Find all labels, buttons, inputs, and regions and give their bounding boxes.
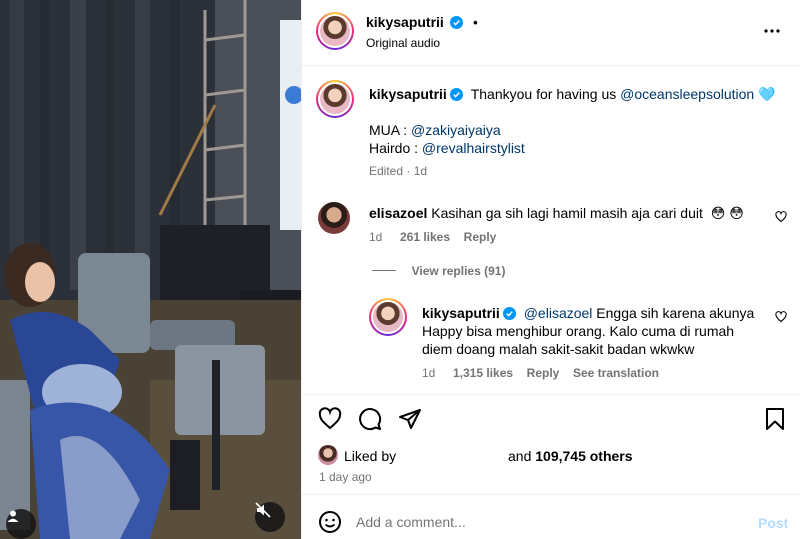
verified-badge-icon bbox=[450, 16, 464, 29]
liked-by-count-row: and 109,745 others bbox=[508, 447, 633, 465]
see-translation-link[interactable]: See translation bbox=[573, 366, 659, 380]
author-avatar[interactable] bbox=[316, 12, 354, 50]
reply-text-1: Engga sih karena akunya bbox=[592, 305, 755, 321]
reply-age: 1d bbox=[422, 366, 436, 380]
save-bookmark-icon[interactable] bbox=[764, 407, 786, 431]
comment-like-heart-icon[interactable] bbox=[775, 211, 787, 223]
verified-badge-icon bbox=[449, 88, 463, 101]
reply-like-heart-icon[interactable] bbox=[775, 311, 787, 323]
reply-avatar[interactable] bbox=[369, 298, 407, 336]
reply-line-1: kikysaputrii @elisazoel Engga sih karena… bbox=[422, 304, 772, 322]
mute-button[interactable] bbox=[255, 502, 285, 532]
follow-dot: • bbox=[473, 15, 478, 30]
host-mention-link[interactable]: @oceansleepsolution bbox=[620, 86, 754, 102]
edited-label: Edited bbox=[369, 164, 404, 178]
hairdo-label: Hairdo : bbox=[369, 140, 422, 156]
meta-separator: · bbox=[406, 164, 411, 178]
more-horizontal-icon bbox=[764, 29, 780, 33]
caption-line-1: kikysaputrii Thankyou for having us @oce… bbox=[369, 85, 789, 103]
liked-by-avatar[interactable] bbox=[318, 445, 338, 465]
post-photo bbox=[0, 0, 301, 539]
reply-body: kikysaputrii @elisazoel Engga sih karena… bbox=[422, 304, 772, 358]
share-paper-plane-icon[interactable] bbox=[398, 407, 422, 431]
comment-likes-count[interactable]: 261 likes bbox=[400, 230, 450, 244]
post-header: kikysaputrii • Original audio bbox=[302, 0, 800, 66]
heart-emoji: 🩵 bbox=[758, 86, 776, 102]
reply-text-3: diem doang malah sakit-sakit badan wkwkw bbox=[422, 341, 695, 357]
comment-composer: Post bbox=[302, 494, 800, 539]
view-replies-toggle[interactable]: View replies (91) bbox=[372, 263, 505, 278]
action-bar: Liked by and 109,745 others 1 day ago bbox=[302, 394, 800, 494]
mua-label: MUA : bbox=[369, 122, 412, 138]
emoji-picker-icon[interactable] bbox=[318, 510, 342, 534]
comment-text: Kasihan ga sih lagi hamil masih aja cari… bbox=[431, 205, 703, 221]
comment-meta: 1d 261 likes Reply bbox=[369, 229, 496, 244]
liked-by-text: Liked by bbox=[344, 447, 396, 465]
replies-divider bbox=[372, 270, 396, 271]
post-media[interactable] bbox=[0, 0, 301, 539]
comment-body: elisazoel Kasihan ga sih lagi hamil masi… bbox=[369, 204, 759, 222]
commenter-avatar[interactable] bbox=[318, 202, 350, 234]
more-options-button[interactable] bbox=[763, 22, 781, 43]
caption-avatar[interactable] bbox=[316, 80, 354, 118]
reply-meta: 1d 1,315 likes Reply See translation bbox=[422, 365, 659, 380]
post-details-panel: kikysaputrii • Original audio kikysaputr… bbox=[301, 0, 800, 539]
verified-badge-icon bbox=[502, 307, 516, 320]
post-comment-button[interactable]: Post bbox=[758, 515, 788, 531]
hairdo-mention-link[interactable]: @revalhairstylist bbox=[422, 140, 525, 156]
reply-reply-button[interactable]: Reply bbox=[527, 366, 560, 380]
author-username[interactable]: kikysaputrii bbox=[366, 14, 444, 30]
view-replies-label: View replies (91) bbox=[411, 264, 506, 278]
likes-and-label: and bbox=[508, 448, 532, 464]
caption-hairdo-line: Hairdo : @revalhairstylist bbox=[369, 139, 525, 157]
post-timestamp[interactable]: 1 day ago bbox=[319, 470, 372, 484]
comment-input[interactable] bbox=[356, 512, 736, 532]
comment-bubble-icon[interactable] bbox=[358, 407, 382, 431]
author-name-row: kikysaputrii • bbox=[366, 14, 478, 30]
comment-reply-button[interactable]: Reply bbox=[464, 230, 497, 244]
audio-label[interactable]: Original audio bbox=[366, 36, 440, 50]
speaker-muted-icon bbox=[255, 502, 271, 518]
liked-by-label: Liked by bbox=[344, 448, 397, 464]
reply-mention-link[interactable]: @elisazoel bbox=[524, 305, 593, 321]
caption-mua-line: MUA : @zakiyaiyaiya bbox=[369, 121, 501, 139]
reply-username[interactable]: kikysaputrii bbox=[422, 305, 500, 321]
caption-username[interactable]: kikysaputrii bbox=[369, 86, 447, 102]
caption-meta: Edited · 1d bbox=[369, 164, 427, 178]
mua-mention-link[interactable]: @zakiyaiyaiya bbox=[411, 122, 501, 138]
comment-emojis: 😳 😳 bbox=[710, 205, 744, 221]
likes-count-link[interactable]: 109,745 others bbox=[535, 448, 632, 464]
like-heart-icon[interactable] bbox=[318, 407, 342, 431]
user-tag-icon bbox=[7, 510, 19, 522]
account-tag-button[interactable] bbox=[6, 509, 36, 539]
caption-age: 1d bbox=[413, 164, 428, 178]
commenter-username[interactable]: elisazoel bbox=[369, 205, 427, 221]
reply-text-2: Happy bisa menghibur orang. Kalo cuma di… bbox=[422, 323, 735, 339]
comment-age: 1d bbox=[369, 230, 383, 244]
reply-likes-count[interactable]: 1,315 likes bbox=[453, 366, 513, 380]
caption-text: Thankyou for having us bbox=[470, 86, 621, 102]
